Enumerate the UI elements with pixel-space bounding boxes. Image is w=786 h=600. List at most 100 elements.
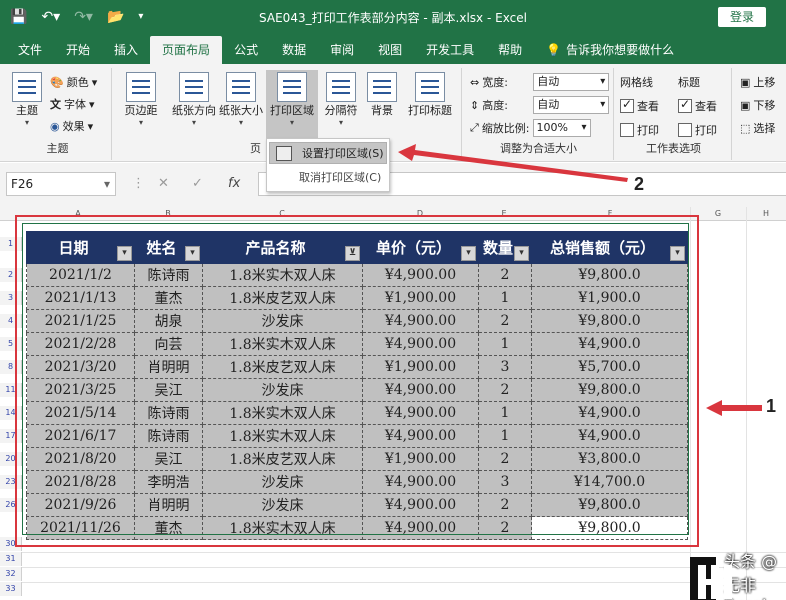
row-header[interactable]: 26 [0, 498, 22, 512]
col-header-h[interactable]: H [746, 207, 786, 221]
cell-price[interactable]: ¥1,900.00 [362, 447, 479, 471]
tab-developer[interactable]: 开发工具 [414, 36, 486, 64]
tab-file[interactable]: 文件 [6, 36, 54, 64]
tab-insert[interactable]: 插入 [102, 36, 150, 64]
cell-price[interactable]: ¥4,900.00 [362, 378, 479, 402]
tell-me-search[interactable]: 💡 告诉我你想要做什么 [534, 36, 686, 64]
name-box[interactable]: F26 [6, 172, 116, 196]
cell-quantity[interactable]: 2 [477, 309, 533, 333]
cell-name[interactable]: 李明浩 [134, 470, 203, 494]
cell-product[interactable]: 沙发床 [202, 470, 363, 494]
cell-total[interactable]: ¥14,700.0 [531, 470, 689, 494]
cell-date[interactable]: 2021/3/20 [26, 355, 135, 379]
width-select[interactable]: 自动 [533, 73, 610, 91]
cell-quantity[interactable]: 3 [477, 355, 533, 379]
cell-total[interactable]: ¥1,900.0 [531, 286, 689, 310]
cell-date[interactable]: 2021/1/2 [26, 263, 135, 287]
filter-active-icon[interactable]: ⊻ [345, 246, 360, 261]
cell-price[interactable]: ¥1,900.00 [362, 355, 479, 379]
cell-quantity[interactable]: 3 [477, 470, 533, 494]
cell-total[interactable]: ¥4,900.0 [531, 401, 689, 425]
cell-product[interactable]: 1.8米皮艺双人床 [202, 447, 363, 471]
col-header-b[interactable]: B [134, 207, 202, 221]
tab-data[interactable]: 数据 [270, 36, 318, 64]
tab-home[interactable]: 开始 [54, 36, 102, 64]
filter-dropdown-icon[interactable]: ▾ [670, 246, 686, 261]
worksheet-grid[interactable]: A B C D E F G H 1 2 3 4 5 8 11 14 17 20 23 26 30 31 32… [0, 207, 786, 600]
margins-button[interactable]: 页边距 ▾ [118, 70, 164, 127]
cell-date[interactable]: 2021/8/28 [26, 470, 135, 494]
gridlines-print-checkbox[interactable]: 打印 [620, 120, 659, 140]
cell-price[interactable]: ¥4,900.00 [362, 470, 479, 494]
set-print-area-item[interactable]: 设置打印区域(S) [269, 142, 387, 164]
row-header[interactable]: 32 [0, 567, 22, 581]
cell-product[interactable]: 1.8米皮艺双人床 [202, 355, 363, 379]
row-header[interactable]: 8 [0, 360, 22, 374]
cell-total[interactable]: ¥9,800.0 [531, 493, 689, 517]
col-header-g[interactable]: G [690, 207, 746, 221]
size-button[interactable]: 纸张大小 ▾ [214, 70, 268, 127]
login-button[interactable]: 登录 [717, 7, 766, 27]
fonts-button[interactable]: 文字体 ▾ [50, 94, 95, 114]
cell-total[interactable]: ¥5,700.0 [531, 355, 689, 379]
cell-quantity[interactable]: 2 [477, 263, 533, 287]
cell-price[interactable]: ¥4,900.00 [362, 493, 479, 517]
cell-name[interactable]: 吴江 [134, 447, 203, 471]
cell-price[interactable]: ¥4,900.00 [362, 263, 479, 287]
gridlines-view-checkbox[interactable]: 查看 [620, 96, 659, 116]
cell-quantity[interactable]: 2 [477, 447, 533, 471]
cell-date[interactable]: 2021/8/20 [26, 447, 135, 471]
cell-name[interactable]: 吴江 [134, 378, 203, 402]
cell-date[interactable]: 2021/9/26 [26, 493, 135, 517]
cell-quantity[interactable]: 2 [477, 493, 533, 517]
print-area-button[interactable]: 打印区域 ▾ [266, 70, 318, 140]
scale-spinner[interactable]: 100% [532, 119, 591, 137]
cell-date[interactable]: 2021/5/14 [26, 401, 135, 425]
row-header[interactable]: 5 [0, 337, 22, 351]
row-header[interactable]: 17 [0, 429, 22, 443]
cell-price[interactable]: ¥4,900.00 [362, 516, 479, 540]
cell-quantity[interactable]: 1 [477, 286, 533, 310]
row-header[interactable]: 33 [0, 582, 22, 596]
cell-name[interactable]: 肖明明 [134, 355, 203, 379]
cell-product[interactable]: 沙发床 [202, 378, 363, 402]
headings-view-checkbox[interactable]: 查看 [678, 96, 717, 116]
cell-total[interactable]: ¥9,800.0 [531, 378, 689, 402]
cell-date[interactable]: 2021/2/28 [26, 332, 135, 356]
row-header[interactable]: 11 [0, 383, 22, 397]
cell-price[interactable]: ¥4,900.00 [362, 309, 479, 333]
cell-price[interactable]: ¥4,900.00 [362, 332, 479, 356]
tab-review[interactable]: 审阅 [318, 36, 366, 64]
tab-view[interactable]: 视图 [366, 36, 414, 64]
cell-date[interactable]: 2021/6/17 [26, 424, 135, 448]
corner-select-all[interactable] [0, 207, 22, 221]
cell-name[interactable]: 向芸 [134, 332, 203, 356]
cell-total[interactable]: ¥9,800.0 [531, 309, 689, 333]
cell-product[interactable]: 1.8米实木双人床 [202, 332, 363, 356]
cell-quantity[interactable]: 2 [477, 378, 533, 402]
cell-name[interactable]: 董杰 [134, 286, 203, 310]
row-header[interactable]: 4 [0, 314, 22, 328]
themes-button[interactable]: 主题 ▾ [6, 70, 48, 127]
selection-pane-button[interactable]: ⬚ 选择 [740, 118, 775, 138]
cell-name[interactable]: 肖明明 [134, 493, 203, 517]
insert-function-icon[interactable]: fx [228, 176, 240, 191]
col-header-e[interactable]: E [478, 207, 530, 221]
breaks-button[interactable]: 分隔符 ▾ [318, 70, 364, 127]
print-titles-button[interactable]: 打印标题 [402, 70, 458, 118]
cell-quantity[interactable]: 2 [477, 516, 533, 540]
effects-button[interactable]: ◉ 效果 ▾ [50, 116, 93, 136]
cell-name[interactable]: 董杰 [134, 516, 203, 540]
bring-forward-button[interactable]: ▣ 上移 [740, 72, 775, 92]
row-header[interactable]: 30 [0, 537, 22, 551]
tab-page-layout[interactable]: 页面布局 [150, 36, 223, 64]
tab-formulas[interactable]: 公式 [222, 36, 270, 64]
filter-dropdown-icon[interactable]: ▾ [461, 246, 476, 261]
cell-quantity[interactable]: 1 [477, 401, 533, 425]
col-header-c[interactable]: C [202, 207, 362, 221]
height-select[interactable]: 自动 [533, 96, 610, 114]
row-header[interactable]: 2 [0, 268, 22, 282]
cell-date[interactable]: 2021/11/26 [26, 516, 135, 540]
cell-date[interactable]: 2021/3/25 [26, 378, 135, 402]
cell-product[interactable]: 沙发床 [202, 309, 363, 333]
